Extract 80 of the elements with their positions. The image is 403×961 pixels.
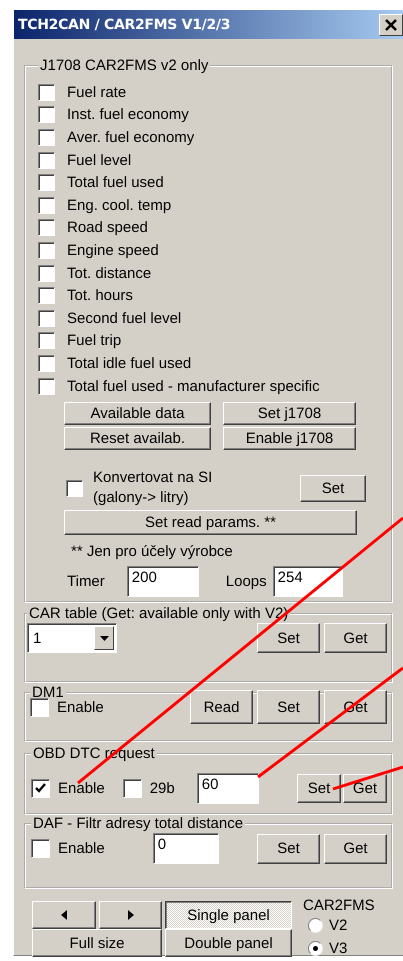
checkbox[interactable] [38, 84, 55, 101]
checkbox-label: Total fuel used - manufacturer specific [67, 378, 320, 395]
checkbox[interactable] [38, 152, 55, 169]
timer-label: Timer [67, 573, 105, 590]
full-size-button[interactable]: Full size [32, 929, 162, 957]
radio-button[interactable] [308, 941, 323, 956]
action-button[interactable]: Enable j1708 [223, 427, 356, 450]
checkbox-label: Total fuel used [67, 174, 164, 192]
address-field[interactable]: 0 [152, 833, 219, 864]
checkbox[interactable] [31, 779, 50, 798]
checkbox[interactable] [38, 174, 55, 192]
action-button[interactable]: Get [324, 623, 387, 653]
action-button[interactable]: Set j1708 [223, 402, 356, 426]
action-button[interactable]: Set [297, 774, 341, 803]
left-arrow-icon [61, 910, 67, 920]
checkbox-label: Enable [57, 698, 104, 716]
checkbox[interactable] [38, 354, 55, 372]
checkbox-label: Tot. distance [67, 264, 152, 282]
action-button[interactable]: Get [324, 834, 387, 864]
checkbox-label: 29b [150, 780, 175, 797]
radio-label: V3 [329, 940, 348, 957]
checkbox[interactable] [38, 287, 55, 304]
checkbox-label: Total idle fuel used [67, 354, 192, 372]
previous-button[interactable] [32, 901, 96, 929]
checkbox-label: Tot. hours [67, 287, 133, 304]
checkbox-label: Eng. cool. temp [67, 196, 172, 214]
checkbox[interactable] [38, 196, 55, 214]
checkbox-label: Fuel rate [67, 84, 126, 101]
checkbox[interactable] [30, 698, 49, 716]
checkbox[interactable] [38, 219, 55, 236]
group-title: J1708 CAR2FMS v2 only [39, 57, 210, 75]
action-button[interactable]: Available data [64, 402, 211, 426]
checkbox-label: Fuel trip [67, 332, 122, 350]
close-button[interactable] [379, 14, 403, 36]
checkbox[interactable] [38, 378, 55, 395]
checkbox[interactable] [38, 128, 55, 146]
close-icon [385, 18, 397, 30]
loops-field[interactable]: 254 [272, 566, 343, 598]
checkbox-label: Enable [58, 780, 105, 797]
window-title: TCH2CAN / CAR2FMS V1/2/3 [18, 16, 232, 32]
group-title: DM1 [31, 684, 65, 701]
action-button[interactable]: Get [343, 774, 387, 803]
checkbox[interactable] [31, 839, 50, 858]
checkbox-label: Inst. fuel economy [67, 106, 189, 124]
dropdown-arrow-icon [100, 636, 108, 640]
checkbox-label: Fuel level [67, 152, 132, 169]
checkbox[interactable] [38, 242, 55, 259]
radio-label: V2 [329, 917, 348, 934]
checkbox-label: Second fuel level [67, 310, 182, 327]
checkbox-label: Aver. fuel economy [67, 128, 194, 146]
action-button[interactable]: Reset availab. [64, 427, 211, 450]
right-arrow-icon [128, 910, 134, 920]
radio-button[interactable] [308, 918, 323, 933]
checkbox-label: Engine speed [67, 242, 159, 259]
checkbox[interactable] [38, 332, 55, 350]
radio-group-title: CAR2FMS [303, 897, 375, 914]
interval-field[interactable]: 60 [196, 773, 259, 804]
timer-field[interactable]: 200 [126, 566, 199, 598]
checkbox-label: Enable [58, 840, 105, 857]
checkbox[interactable] [38, 310, 55, 327]
checkbox[interactable] [38, 264, 55, 282]
checkbox[interactable] [66, 480, 83, 497]
checkbox-label: Road speed [67, 219, 148, 236]
checkbox[interactable] [122, 779, 142, 798]
group-title: DAF - Filtr adresy total distance [32, 815, 244, 833]
note-text: ** Jen pro účely výrobce [71, 543, 234, 560]
next-button[interactable] [99, 901, 162, 929]
table-dropdown[interactable]: 1 [27, 623, 117, 653]
panel-button[interactable]: Single panel [165, 901, 292, 929]
read-params-button[interactable]: Set read params. ** [64, 510, 357, 536]
action-button[interactable]: Read [190, 690, 253, 724]
checkbox-label: Konvertovat na SI (galony-> litry) [93, 468, 214, 508]
loops-label: Loops [226, 573, 267, 590]
panel-button[interactable]: Double panel [165, 929, 292, 957]
set-button[interactable]: Set [300, 474, 366, 502]
checkmark-icon [35, 783, 46, 794]
action-button[interactable]: Set [257, 690, 320, 724]
action-button[interactable]: Set [257, 623, 320, 653]
action-button[interactable]: Set [257, 834, 320, 864]
checkbox[interactable] [38, 106, 55, 124]
